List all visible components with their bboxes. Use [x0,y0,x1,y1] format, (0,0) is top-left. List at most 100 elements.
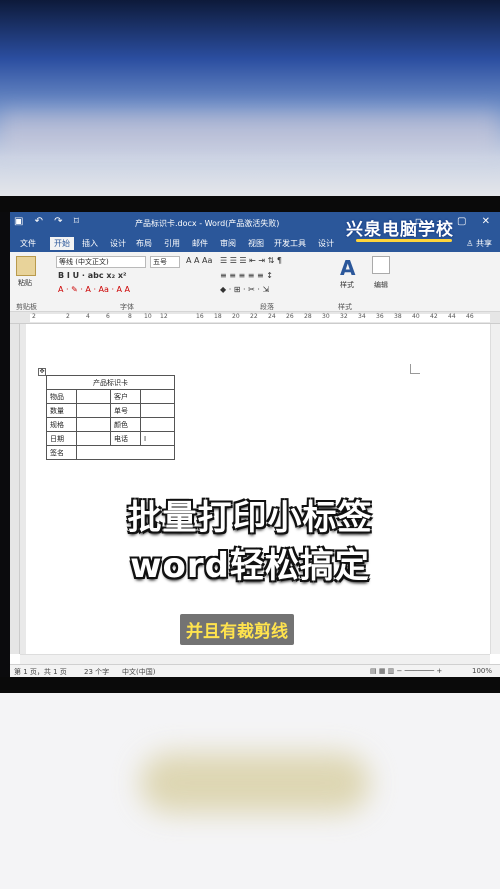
ruler-scale [30,314,490,322]
document-canvas[interactable] [20,324,490,654]
table-row: 规格 颜色 [46,417,175,432]
zoom-level[interactable]: 100% [472,667,492,675]
ruler-number: 30 [322,313,330,320]
ruler-number: 40 [412,313,420,320]
ruler-number: 10 [144,313,152,320]
styles-label: 样式 [340,281,354,289]
product-label-table[interactable]: 产品标识卡 物品 客户 数量 单号 规格 颜色 日期 电话 Ι 签名 [46,375,175,460]
ruler-number: 8 [128,313,132,320]
view-mode-icons[interactable]: ▤ ▦ ▥ − ─────── + [370,667,442,675]
table-cell[interactable]: 日期 [46,431,77,446]
table-cell[interactable]: 单号 [110,403,141,418]
share-button[interactable]: ♙ 共享 [466,238,492,249]
letterbox-bottom [0,677,500,693]
ruler-number: 38 [394,313,402,320]
table-cell[interactable] [76,389,111,404]
table-cell[interactable]: 颜色 [110,417,141,432]
ruler-number: 4 [86,313,90,320]
table-row: 日期 电话 Ι [46,431,175,446]
horizontal-ruler[interactable]: 2 2 4 6 8 10 12 16 18 20 22 24 26 28 30 … [10,312,500,324]
ruler-number: 44 [448,313,456,320]
ruler-number: 18 [214,313,222,320]
ruler-number: 22 [250,313,258,320]
styles-icon[interactable]: A [340,256,355,280]
table-title: 产品标识卡 [46,375,175,390]
tab-mailings[interactable]: 邮件 [192,238,208,249]
group-font-label: 字体 [120,303,134,311]
user-icon: ♙ [466,239,476,248]
table-cell[interactable]: 物品 [46,389,77,404]
group-paragraph-label: 段落 [260,303,274,311]
watermark-underline [356,239,452,242]
vertical-ruler[interactable] [10,324,20,654]
editing-label: 编辑 [374,281,388,289]
horizontal-scrollbar[interactable] [20,654,490,664]
font-grow-icons[interactable]: A A Aa [186,256,212,265]
ruler-number: 34 [358,313,366,320]
word-window: ▣ ↶ ↷ ⌑ 产品标识卡.docx - Word(产品激活失败) ▫ – ▢ … [10,212,500,677]
tab-file[interactable]: 文件 [20,238,36,249]
overlay-title-line2: word轻松搞定 [130,546,370,586]
table-row: 数量 单号 [46,403,175,418]
quick-access-icons[interactable]: ▣ ↶ ↷ ⌑ [14,216,83,227]
ruler-number: 2 [32,313,36,320]
vertical-scrollbar[interactable] [490,324,500,654]
document-page[interactable] [26,324,490,654]
format-buttons[interactable]: B I U · abc x₂ x² [58,271,127,280]
table-cell[interactable]: 规格 [46,417,77,432]
paste-icon[interactable] [16,256,36,276]
paste-label: 粘贴 [18,279,32,287]
ruler-number: 20 [232,313,240,320]
tab-layout[interactable]: 布局 [136,238,152,249]
table-cell[interactable]: 电话 [110,431,141,446]
table-cell[interactable] [76,431,111,446]
ruler-number: 24 [268,313,276,320]
tab-table-design[interactable]: 设计 [318,238,334,249]
ruler-number: 12 [160,313,168,320]
tab-home[interactable]: 开始 [50,237,74,250]
page-count[interactable]: 第 1 页，共 1 页 [14,667,67,677]
search-icon[interactable] [372,256,390,274]
table-cell[interactable]: Ι [140,431,175,446]
table-cell[interactable] [140,389,175,404]
table-cell[interactable]: 数量 [46,403,77,418]
font-name-select[interactable]: 等线 (中文正文) [56,256,146,268]
table-move-handle[interactable]: ✥ [38,368,46,376]
table-row: 签名 [46,445,175,460]
list-icons[interactable]: ☰ ☰ ☰ ⇤ ⇥ ⇅ ¶ [220,256,282,265]
tab-review[interactable]: 审阅 [220,238,236,249]
group-styles-label: 样式 [338,303,352,311]
language[interactable]: 中文(中国) [122,667,155,677]
table-cell[interactable] [140,403,175,418]
table-cell[interactable] [76,403,111,418]
letterbox-top [0,196,500,212]
page-margin-corner [410,364,420,374]
window-title: 产品标识卡.docx - Word(产品激活失败) [135,219,280,228]
text-effects-icons[interactable]: A · ✎ · A · Aa · A A [58,285,130,294]
table-cell[interactable] [140,417,175,432]
group-clipboard-label: 剪贴板 [16,303,37,311]
table-cell[interactable]: 签名 [46,445,77,460]
ribbon: 粘贴 等线 (中文正文) 五号 A A Aa B I U · abc x₂ x²… [10,252,500,312]
ruler-number: 28 [304,313,312,320]
tab-view[interactable]: 视图 [248,238,264,249]
shading-border-icons[interactable]: ◆ · ⊞ · ✂ · ⇲ [220,285,269,294]
tab-design[interactable]: 设计 [110,238,126,249]
table-cell[interactable] [76,417,111,432]
status-bar: 第 1 页，共 1 页 23 个字 中文(中国) ▤ ▦ ▥ − ───────… [10,664,500,677]
school-watermark: 兴泉电脑学校 [342,214,466,248]
table-cell[interactable]: 客户 [110,389,141,404]
align-icons[interactable]: ≡ ≡ ≡ ≡ ≡ ↕ [220,271,273,280]
ruler-number: 46 [466,313,474,320]
ruler-number: 6 [106,313,110,320]
font-size-select[interactable]: 五号 [150,256,180,268]
tab-insert[interactable]: 插入 [82,238,98,249]
table-row: 物品 客户 [46,389,175,404]
ruler-number: 16 [196,313,204,320]
text-cursor-icon: Ι [144,434,147,443]
tab-developer[interactable]: 开发工具 [274,238,306,249]
tab-references[interactable]: 引用 [164,238,180,249]
ruler-number: 36 [376,313,384,320]
table-cell-signature[interactable] [76,445,175,460]
word-count[interactable]: 23 个字 [84,667,109,677]
